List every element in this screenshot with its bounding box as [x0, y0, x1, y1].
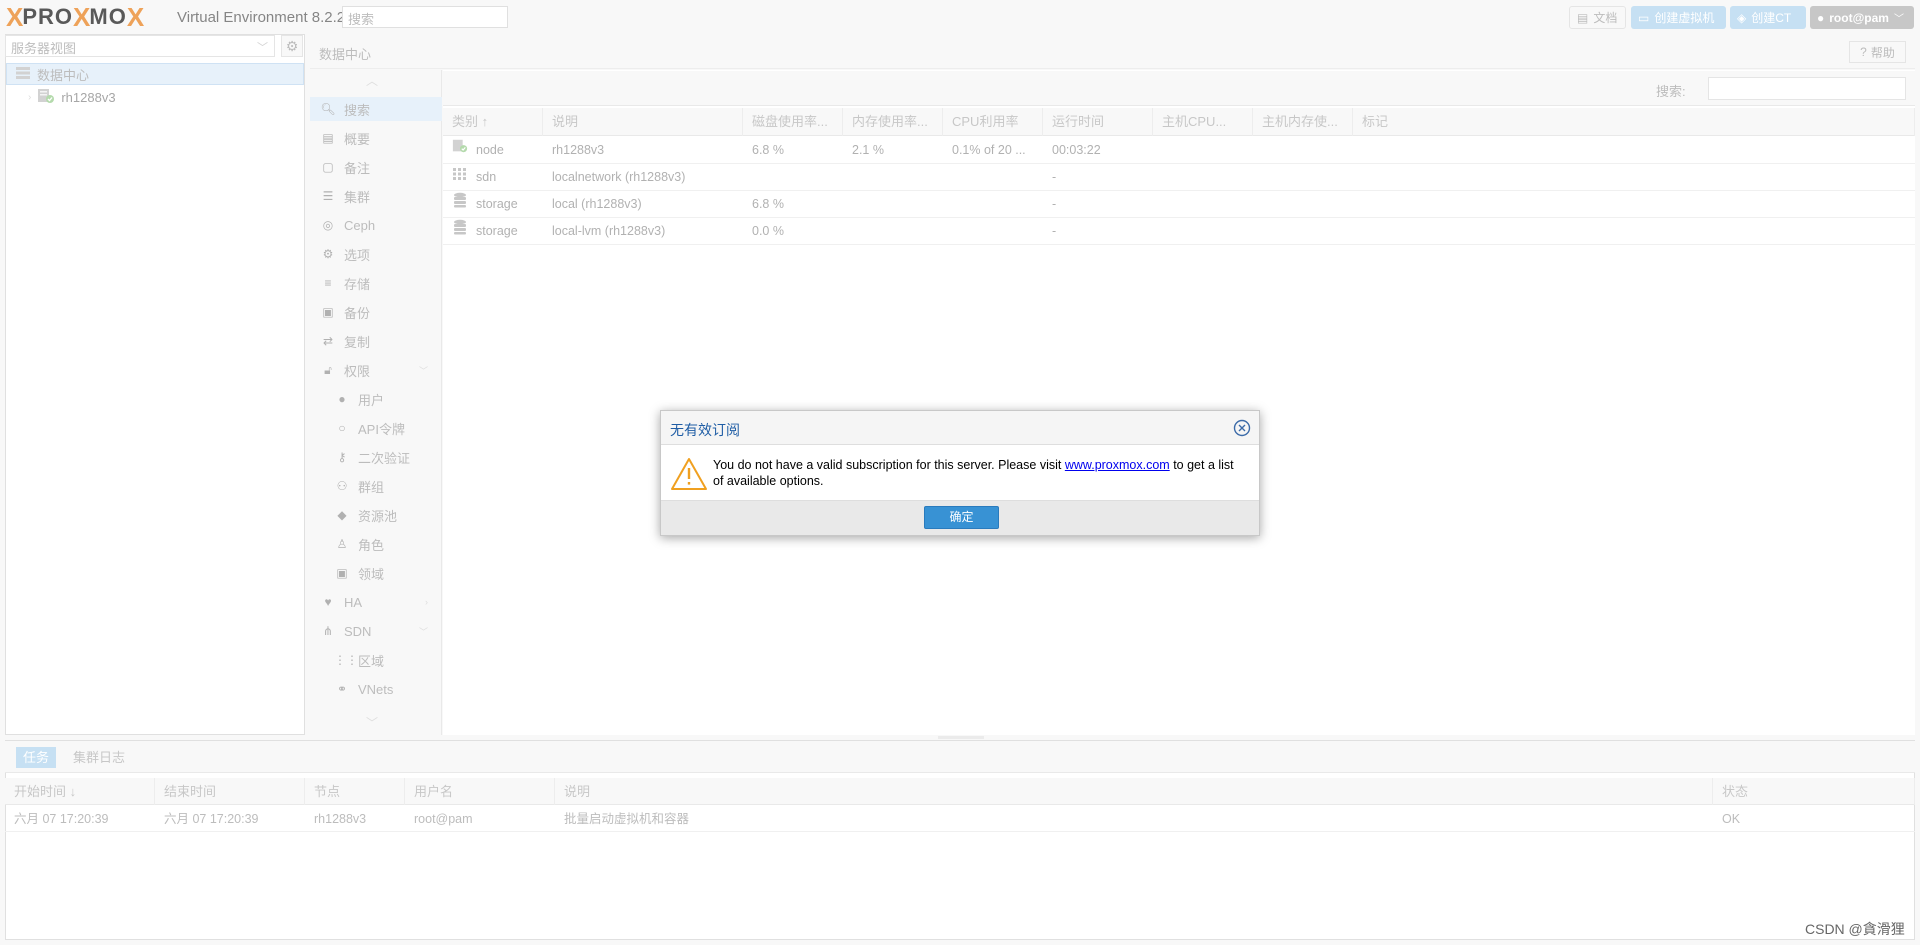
watermark: CSDN @貪滑狸: [1805, 921, 1905, 937]
subscription-dialog: 无有效订阅 You do not have a valid subscripti…: [660, 410, 1260, 536]
warning-icon: [669, 456, 709, 492]
dialog-title: 无有效订阅: [670, 422, 740, 438]
close-icon[interactable]: [1233, 419, 1251, 437]
dialog-message: You do not have a valid subscription for…: [713, 458, 1234, 488]
dialog-header: [661, 411, 1259, 445]
ok-button[interactable]: 确定: [924, 506, 999, 529]
proxmox-link[interactable]: www.proxmox.com: [1065, 458, 1170, 472]
